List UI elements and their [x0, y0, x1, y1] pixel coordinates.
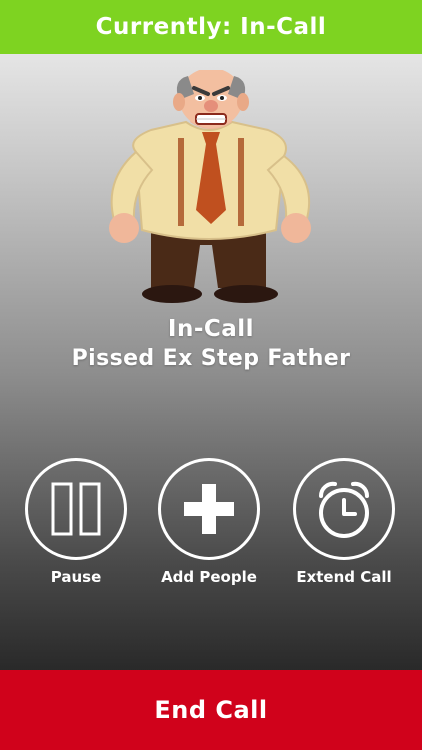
add-people-button[interactable]: Add People — [154, 458, 264, 586]
pause-icon — [51, 482, 101, 536]
pause-button[interactable]: Pause — [21, 458, 131, 586]
pause-circle[interactable] — [25, 458, 127, 560]
end-call-label: End Call — [154, 696, 268, 724]
status-bar: Currently: In-Call — [0, 0, 422, 54]
plus-icon — [184, 484, 234, 534]
add-people-circle[interactable] — [158, 458, 260, 560]
call-state: In-Call — [167, 316, 255, 342]
call-info: In-Call Pissed Ex Step Father — [0, 314, 422, 374]
extend-call-circle[interactable] — [293, 458, 395, 560]
add-people-label: Add People — [161, 568, 257, 586]
pause-label: Pause — [50, 568, 102, 586]
contact-name: Pissed Ex Step Father — [71, 346, 351, 371]
caller-avatar — [96, 68, 326, 306]
extend-call-button[interactable]: Extend Call — [289, 458, 399, 586]
extend-call-label: Extend Call — [296, 568, 392, 586]
alarm-clock-icon — [318, 481, 370, 538]
call-screen: Currently: In-Call In-Call Pissed Ex Ste… — [0, 0, 422, 750]
end-call-button[interactable]: End Call — [0, 670, 422, 750]
angry-man-illustration — [109, 68, 311, 303]
status-text: Currently: In-Call — [95, 14, 327, 40]
